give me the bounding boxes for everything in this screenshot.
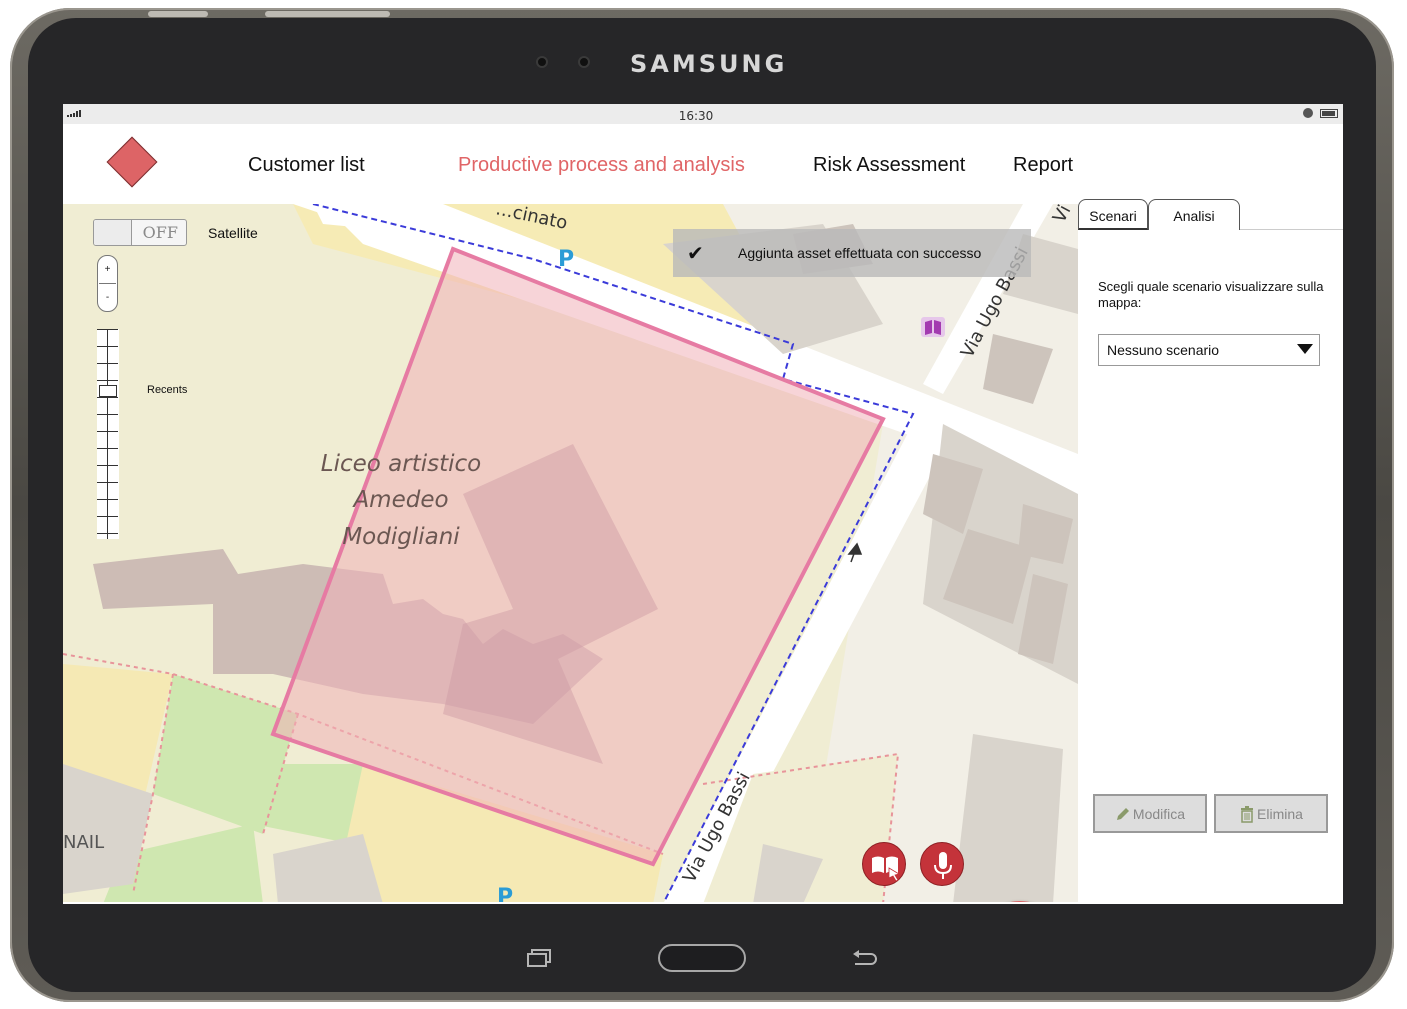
scenario-select[interactable]: Nessuno scenario (1098, 334, 1320, 366)
top-navigation: Customer list Productive process and ana… (63, 124, 1343, 204)
slider-tick (97, 380, 118, 381)
satellite-label: Satellite (208, 225, 258, 241)
edit-button[interactable]: Modifica (1093, 794, 1207, 833)
map-canvas: P P Liceo artistico Amedeo Modigliani Vi… (63, 204, 1078, 904)
delete-button-label: Elimina (1257, 805, 1303, 822)
slider-tick (97, 346, 118, 347)
edit-button-label: Modifica (1132, 805, 1186, 822)
delete-button[interactable]: Elimina (1214, 794, 1328, 833)
tab-scenari[interactable]: Scenari (1078, 199, 1148, 230)
slider-tick (97, 516, 118, 517)
nav-productive-process[interactable]: Productive process and analysis (458, 154, 745, 177)
slider-label: Recents (147, 384, 188, 396)
map-label-school-2: Amedeo (351, 487, 448, 513)
tab-analisi[interactable]: Analisi (1148, 199, 1240, 230)
sensor-icon (536, 56, 548, 68)
zoom-control: + - (97, 255, 118, 312)
brand-logo: SAMSUNG (630, 50, 788, 78)
status-bar: 16:30 (63, 104, 1343, 124)
voice-button[interactable] (920, 842, 964, 886)
status-time: 16:30 (678, 109, 714, 123)
home-button[interactable] (658, 944, 746, 972)
screen: 16:30 Customer list Productive process a… (63, 104, 1343, 904)
book-touch-icon (872, 856, 901, 882)
slider-tick (97, 397, 118, 398)
recent-apps-icon[interactable] (526, 948, 552, 972)
satellite-toggle[interactable]: OFF (93, 219, 187, 246)
map-label-bottom-left: NAIL (63, 832, 104, 853)
alarm-icon (1303, 108, 1313, 118)
map-view[interactable]: P P Liceo artistico Amedeo Modigliani Vi… (63, 204, 1078, 904)
volume-key (148, 11, 208, 17)
pencil-icon (1116, 807, 1129, 820)
zoom-in-button[interactable]: + (98, 256, 117, 283)
camera-icon (578, 56, 590, 68)
guide-button[interactable] (862, 842, 906, 886)
nav-customer-list[interactable]: Customer list (248, 154, 365, 177)
slider-tick (97, 499, 118, 500)
scenario-panel: Scenari Analisi Scegli quale scenario vi… (1078, 199, 1343, 904)
scenario-select-value: Nessuno scenario (1107, 342, 1220, 358)
parking-label: P (558, 247, 574, 272)
scenario-prompt: Scegli quale scenario visualizzare sulla… (1098, 279, 1324, 310)
toast-message: Aggiunta asset effettuata con successo (738, 245, 982, 261)
trash-icon (1241, 805, 1254, 823)
nav-report[interactable]: Report (1013, 154, 1073, 177)
slider-tick (97, 363, 118, 364)
nav-risk-assessment[interactable]: Risk Assessment (813, 154, 965, 177)
screen-edge (63, 902, 1343, 904)
power-key (265, 11, 390, 17)
slider-tick (97, 465, 118, 466)
slider-tick (97, 329, 118, 330)
battery-icon (1320, 109, 1338, 118)
time-slider[interactable] (97, 329, 119, 539)
zoom-out-button[interactable]: - (98, 284, 117, 311)
checkmark-icon: ✔ (687, 241, 704, 265)
map-label-school-3: Modigliani (342, 524, 460, 550)
slider-tick (97, 482, 118, 483)
microphone-icon (934, 852, 952, 879)
map-label-school-1: Liceo artistico (321, 451, 481, 477)
success-toast: ✔ Aggiunta asset effettuata con successo (673, 229, 1031, 277)
slider-tick (97, 448, 118, 449)
panel-tabs: Scenari Analisi (1078, 199, 1343, 230)
slider-rail (107, 329, 108, 539)
library-icon (921, 317, 945, 337)
toggle-knob (94, 220, 132, 245)
chevron-down-icon (1297, 344, 1313, 354)
slider-tick (97, 414, 118, 415)
back-icon[interactable] (851, 948, 879, 972)
toggle-state: OFF (142, 223, 178, 242)
slider-thumb[interactable] (99, 385, 117, 397)
slider-tick (97, 431, 118, 432)
slider-tick (97, 533, 118, 534)
app-logo[interactable] (106, 136, 158, 188)
